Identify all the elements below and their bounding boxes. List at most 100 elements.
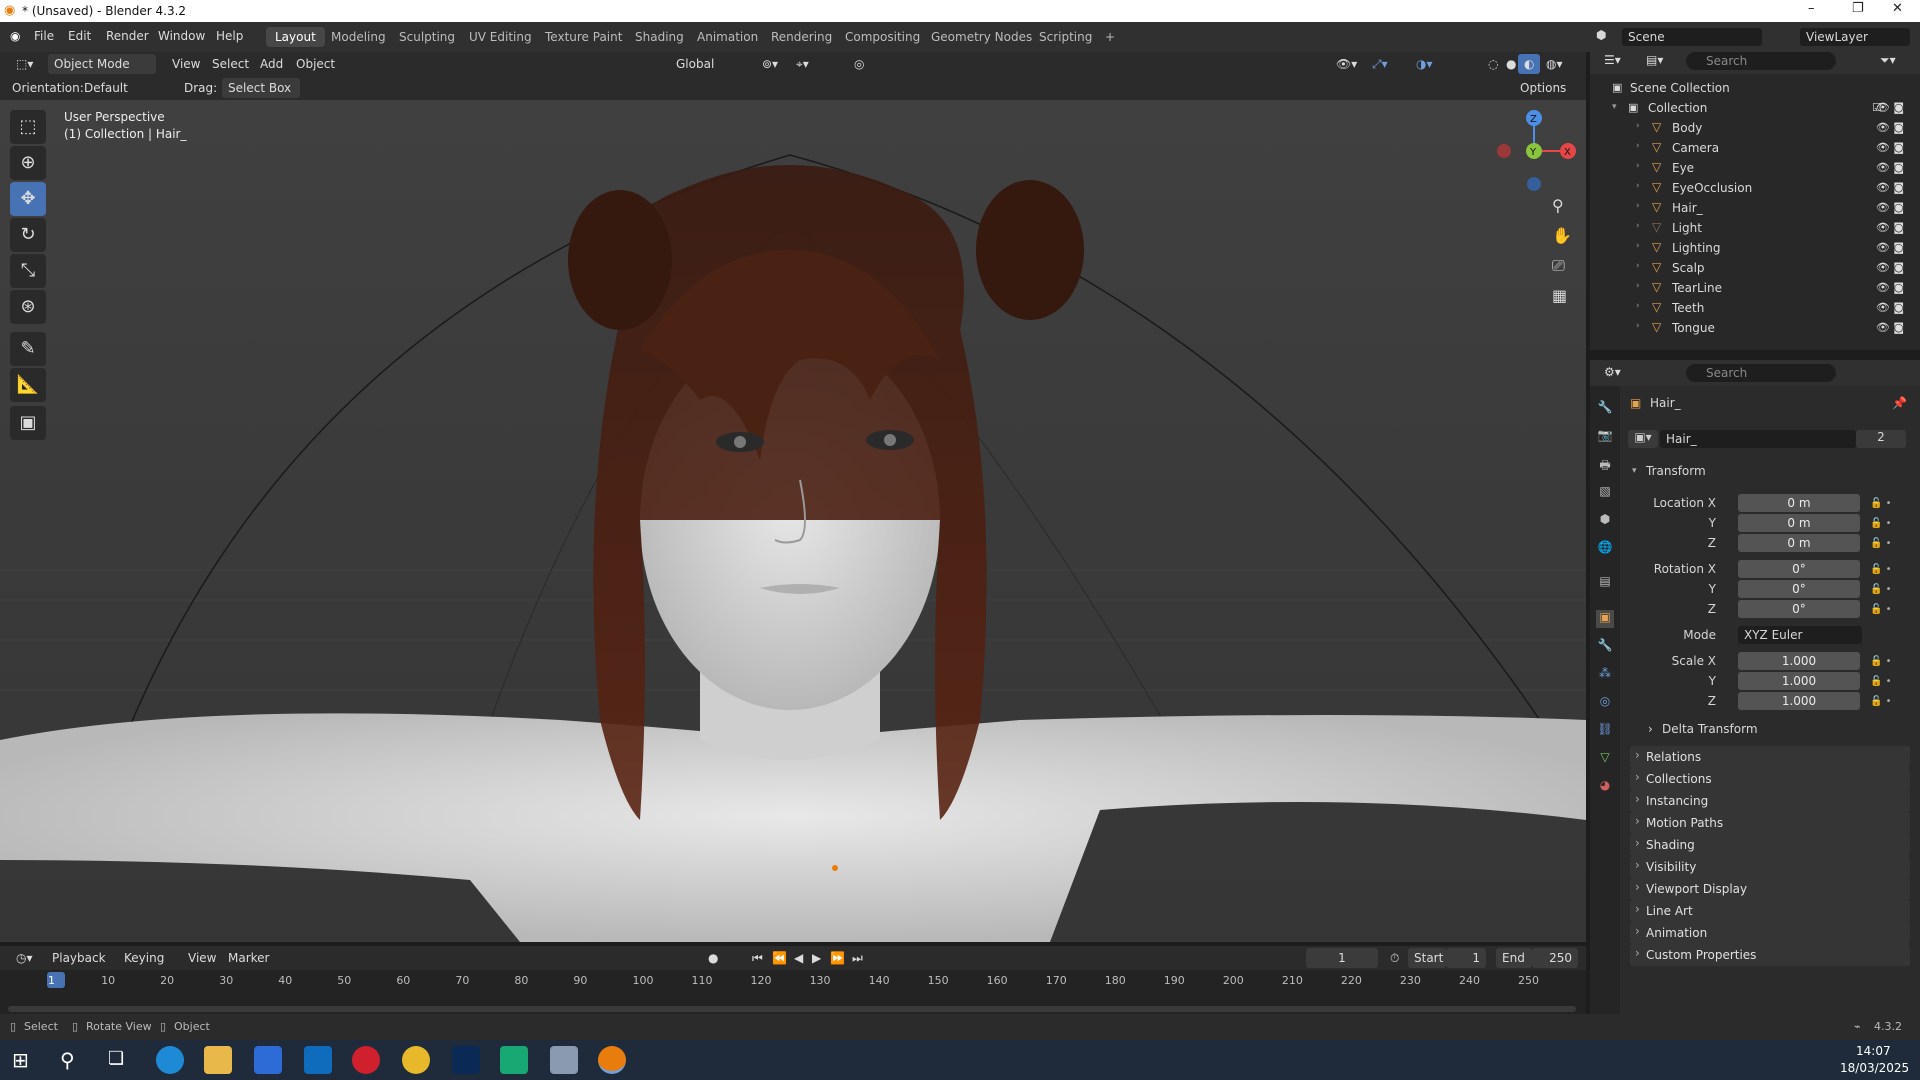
photoshop-icon[interactable] [452,1046,480,1074]
lock-icon[interactable]: 🔓 • [1870,656,1892,667]
playback-menu[interactable]: Playback [46,948,112,968]
lock-icon[interactable]: 🔓 • [1870,604,1892,615]
current-frame-field[interactable]: 1 [1306,948,1378,968]
edge-browser-icon[interactable] [156,1046,184,1074]
panel-visibility[interactable]: Visibility [1630,856,1910,878]
lock-icon[interactable]: 🔓 • [1870,538,1892,549]
location-y-field[interactable]: 0 m [1738,514,1860,532]
keying-menu[interactable]: Keying [118,948,170,968]
stopwatch-icon[interactable]: ⏱ [1384,948,1405,968]
panel-line-art[interactable]: Line Art [1630,900,1910,922]
panel-relations[interactable]: Relations [1630,746,1910,768]
tab-modeling[interactable]: Modeling [322,27,395,47]
outliner-item-eye[interactable]: › ▽ Eye 👁 ◙ [1590,158,1920,178]
scale-y-field[interactable]: 1.000 [1738,672,1860,690]
expand-arrow-icon[interactable]: › [1636,201,1640,211]
scene-tab-icon[interactable]: ⬢ [1596,512,1614,530]
eye-icon[interactable]: 👁 ◙ [1876,161,1904,174]
outliner-item-camera[interactable]: › ▽ Camera 👁 ◙ [1590,138,1920,158]
lock-icon[interactable]: 🔓 • [1870,564,1892,575]
tab-geometry-nodes[interactable]: Geometry Nodes [922,27,1041,47]
object-tab-icon[interactable]: ▣ [1596,610,1614,628]
transform-tool-icon[interactable]: ⊛ [10,290,46,324]
tab-texture-paint[interactable]: Texture Paint [536,27,631,47]
scale-z-field[interactable]: 1.000 [1738,692,1860,710]
lock-icon[interactable]: 🔓 • [1870,584,1892,595]
scene-field[interactable]: Scene [1622,28,1762,46]
app-window-icon[interactable] [550,1046,578,1074]
particles-tab-icon[interactable]: ⁂ [1596,666,1614,684]
clock-time[interactable]: 14:07 [1856,1044,1891,1058]
expand-arrow-icon[interactable]: › [1636,221,1640,231]
clock-date[interactable]: 18/03/2025 [1840,1061,1909,1075]
menu-select[interactable]: Select [206,54,255,74]
eye-icon[interactable]: 👁 ◙ [1876,301,1904,314]
outliner-item-body[interactable]: › ▽ Body 👁 ◙ [1590,118,1920,138]
transform-panel-header[interactable]: Transform [1646,464,1706,478]
opera-icon[interactable] [352,1046,380,1074]
3d-viewport[interactable]: User Perspective (1) Collection | Hair_ … [0,100,1586,942]
timeline-view-menu[interactable]: View [182,948,222,968]
eye-icon[interactable]: 👁 ◙ [1876,141,1904,154]
timeline-scrollbar[interactable] [8,1006,1576,1012]
outliner-item-tearline[interactable]: › ▽ TearLine 👁 ◙ [1590,278,1920,298]
eye-icon[interactable]: 👁 ◙ [1876,321,1904,334]
datablock-browse-icon[interactable]: ▣▾ [1628,430,1658,448]
microsoft-store-icon[interactable] [254,1046,282,1074]
rotate-tool-icon[interactable]: ↻ [10,218,46,252]
zoom-icon[interactable]: ⚲ [1552,196,1564,215]
chrome-icon[interactable] [402,1046,430,1074]
menu-render[interactable]: Render [106,29,149,43]
viewlayer-field[interactable]: ViewLayer [1800,28,1910,46]
timeline-ruler[interactable]: 1 10 20 30 40 50 60 70 80 90 100 110 120 130 140 150 160… [0,970,1586,1014]
perspective-toggle-icon[interactable]: ▦ [1552,286,1567,305]
material-tab-icon[interactable]: ◕ [1596,778,1614,796]
cursor-tool-icon[interactable]: ⊕ [10,146,46,180]
users-count[interactable]: 2 [1856,430,1906,448]
collection-row[interactable]: ▾ ▣ Collection ☑ 👁 ◙ [1590,98,1920,118]
eye-icon[interactable]: 👁 ◙ [1876,101,1904,114]
expand-arrow-icon[interactable]: › [1636,301,1640,311]
transform-orientation-dropdown[interactable]: Global [670,54,744,74]
rotation-z-field[interactable]: 0° [1738,600,1860,618]
rotation-y-field[interactable]: 0° [1738,580,1860,598]
collapse-arrow-icon[interactable]: ▾ [1612,102,1617,112]
orientation-dropdown[interactable]: Default [78,78,174,98]
proportional-edit-icon[interactable]: ◎ [848,54,870,74]
app-m-icon[interactable] [500,1046,528,1074]
options-dropdown[interactable]: Options [1514,78,1572,98]
eye-icon[interactable]: 👁 ◙ [1876,281,1904,294]
panel-animation[interactable]: Animation [1630,922,1910,944]
constraints-tab-icon[interactable]: ⛓ [1596,722,1614,740]
output-tab-icon[interactable]: 🖶 [1596,456,1614,474]
tab-rendering[interactable]: Rendering [762,27,841,47]
lock-icon[interactable]: 🔓 • [1870,696,1892,707]
eye-icon[interactable]: 👁 ◙ [1876,241,1904,254]
tab-layout[interactable]: Layout [266,27,325,47]
world-tab-icon[interactable]: 🌐 [1596,540,1614,558]
material-shading-icon[interactable]: ◐ [1518,54,1541,74]
search-icon[interactable]: ⚲ [60,1048,75,1072]
menu-help[interactable]: Help [216,29,243,43]
close-button[interactable]: ✕ [1892,1,1903,16]
timeline-editor-icon[interactable]: ◷▾ [10,948,39,968]
scene-collection-row[interactable]: ▣ Scene Collection [1590,78,1920,98]
task-view-icon[interactable]: ❏ [108,1048,124,1069]
outliner-item-eyeocclusion[interactable]: › ▽ EyeOcclusion 👁 ◙ [1590,178,1920,198]
tab-scripting[interactable]: Scripting [1030,27,1101,47]
menu-object[interactable]: Object [290,54,341,74]
expand-arrow-icon[interactable]: › [1636,241,1640,251]
modifier-tab-icon[interactable]: 🔧 [1596,638,1614,656]
scale-x-field[interactable]: 1.000 [1738,652,1860,670]
eye-icon[interactable]: 👁 ◙ [1876,121,1904,134]
transform-expand-icon[interactable]: ▾ [1632,466,1637,476]
expand-arrow-icon[interactable]: › [1636,121,1640,131]
expand-arrow-icon[interactable]: › [1636,261,1640,271]
panel-viewport-display[interactable]: Viewport Display [1630,878,1910,900]
measure-tool-icon[interactable]: 📐 [10,368,46,402]
gizmo-toggle-icon[interactable]: ⤢▾ [1366,54,1394,74]
menu-view[interactable]: View [166,54,206,74]
menu-add[interactable]: Add [254,54,289,74]
view-layer-tab-icon[interactable]: ▧ [1596,484,1614,502]
outliner-item-hair_[interactable]: › ▽ Hair_ 👁 ◙ [1590,198,1920,218]
